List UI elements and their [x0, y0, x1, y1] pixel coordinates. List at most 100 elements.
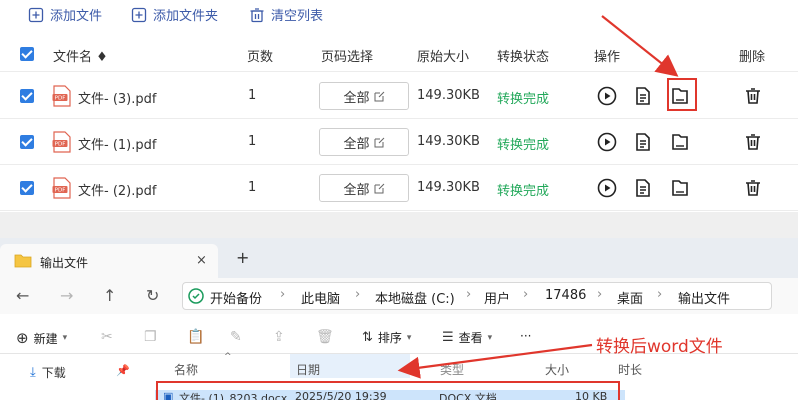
delete-icon[interactable]: 🗑	[316, 329, 334, 345]
breadcrumb-item[interactable]: 本地磁盘 (C:)	[375, 288, 455, 307]
download-icon: ⤓	[30, 365, 36, 380]
page-range-button[interactable]: 全部	[319, 128, 409, 156]
annotation-label: 转换后word文件	[596, 337, 723, 357]
file-name: 文件- (2).pdf	[78, 184, 157, 199]
up-icon[interactable]: ↑	[103, 286, 116, 305]
more-button[interactable]: ···	[520, 329, 531, 343]
col-filename[interactable]: 文件名 ♦	[53, 46, 108, 65]
breadcrumb-separator: ›	[355, 287, 361, 302]
sort-button[interactable]: ⇅ 排序 ▾	[362, 329, 411, 346]
screen: 添加文件 添加文件夹 清空列表 文件名 ♦ 页数 页码选择 原始大小 转换状态 …	[0, 0, 798, 400]
svg-text:PDF: PDF	[55, 142, 66, 148]
clear-list-button[interactable]: 清空列表	[249, 5, 323, 24]
converter-toolbar: 添加文件 添加文件夹 清空列表	[0, 0, 798, 30]
page-range-button[interactable]: 全部	[319, 174, 409, 202]
pin-icon[interactable]: 📌	[116, 364, 130, 377]
page-range-label: 全部	[343, 136, 370, 152]
open-folder-icon[interactable]	[670, 132, 690, 152]
sort-up-icon: ^	[224, 352, 232, 362]
sort-label: 排序	[377, 331, 402, 345]
pdf-icon: PDF	[52, 177, 71, 199]
file-list-header: 名称 ^ 日期 类型 大小 时长	[150, 352, 798, 378]
breadcrumb-separator: ›	[466, 287, 472, 302]
breadcrumb-item[interactable]: 用户	[484, 288, 510, 307]
edit-icon	[374, 137, 384, 147]
open-folder-icon[interactable]	[670, 178, 690, 198]
add-file-button[interactable]: 添加文件	[28, 5, 102, 24]
sort-icon: ⇅	[362, 330, 373, 345]
navigation-pane: ⤓ 下载 📌	[0, 354, 140, 400]
col-duration[interactable]: 时长	[618, 361, 642, 378]
view-button[interactable]: ☰ 查看 ▾	[442, 329, 492, 346]
folder-icon	[14, 254, 32, 268]
paste-icon[interactable]: 📋	[187, 329, 204, 345]
new-tab-button[interactable]: +	[236, 248, 249, 267]
col-actions: 操作	[594, 50, 621, 65]
breadcrumb: 开始备份 › 此电脑 › 本地磁盘 (C:) › 用户 › 17486 › 桌面…	[182, 282, 772, 310]
row-checkbox[interactable]	[20, 89, 34, 103]
breadcrumb-item[interactable]: 输出文件	[678, 288, 730, 307]
status-text: 转换完成	[497, 138, 550, 153]
back-icon[interactable]: ←	[16, 286, 29, 305]
col-delete: 删除	[739, 50, 766, 65]
file-explorer-window: 输出文件 × + ← → ↑ ↻ 开始备份 › 此电脑 › 本地磁盘 (C:) …	[0, 238, 798, 400]
page-range-label: 全部	[343, 182, 370, 198]
file-size: 149.30KB	[417, 134, 480, 149]
select-all-checkbox[interactable]	[20, 47, 34, 61]
col-name[interactable]: 名称	[174, 361, 198, 378]
file-name: 文件- (1).pdf	[78, 138, 157, 153]
document-icon[interactable]	[633, 86, 653, 106]
share-icon[interactable]: ⇪	[273, 329, 285, 345]
file-name: 文件- (3).pdf	[78, 92, 157, 107]
add-folder-button[interactable]: 添加文件夹	[131, 5, 218, 24]
breadcrumb-item[interactable]: 桌面	[617, 288, 643, 307]
row-checkbox[interactable]	[20, 181, 34, 195]
breadcrumb-item[interactable]: 开始备份	[210, 288, 262, 307]
breadcrumb-separator: ›	[597, 287, 603, 302]
cut-icon[interactable]: ✂	[101, 329, 113, 345]
col-status: 转换状态	[497, 50, 550, 65]
explorer-nav-bar: ← → ↑ ↻ 开始备份 › 此电脑 › 本地磁盘 (C:) › 用户 › 17…	[0, 278, 798, 314]
col-orig-size: 原始大小	[417, 50, 470, 65]
forward-icon[interactable]: →	[60, 286, 73, 305]
table-row: PDF 文件- (2).pdf 1 全部 149.30KB 转换完成	[0, 165, 798, 211]
pdf-icon: PDF	[52, 85, 71, 107]
document-icon[interactable]	[633, 178, 653, 198]
backup-icon	[188, 288, 204, 304]
play-icon[interactable]	[597, 86, 617, 106]
breadcrumb-item[interactable]: 17486	[545, 288, 586, 303]
row-checkbox[interactable]	[20, 135, 34, 149]
clear-list-icon	[250, 7, 264, 22]
play-icon[interactable]	[597, 178, 617, 198]
document-icon[interactable]	[633, 132, 653, 152]
trash-icon[interactable]	[743, 132, 763, 152]
copy-icon[interactable]: ❐	[144, 329, 157, 345]
col-date[interactable]: 日期	[296, 361, 320, 378]
page-range-button[interactable]: 全部	[319, 82, 409, 110]
refresh-icon[interactable]: ↻	[146, 286, 159, 305]
tab-output-folder[interactable]: 输出文件 ×	[0, 244, 218, 278]
breadcrumb-separator: ›	[657, 287, 663, 302]
status-text: 转换完成	[497, 184, 550, 199]
nav-item-downloads[interactable]: ⤓ 下载	[30, 364, 66, 381]
trash-icon[interactable]	[743, 86, 763, 106]
edit-icon	[374, 91, 384, 101]
new-button[interactable]: ⊕ 新建 ▾	[16, 329, 67, 347]
view-label: 查看	[458, 331, 483, 345]
play-icon[interactable]	[597, 132, 617, 152]
new-icon: ⊕	[16, 329, 29, 347]
add-file-icon	[28, 7, 44, 22]
col-size[interactable]: 大小	[545, 361, 569, 378]
rename-icon[interactable]: ✎	[230, 329, 242, 345]
page-count: 1	[248, 134, 257, 149]
page-count: 1	[248, 180, 257, 195]
trash-icon[interactable]	[743, 178, 763, 198]
col-page-select: 页码选择	[321, 50, 374, 65]
chevron-down-icon: ▾	[62, 333, 68, 343]
tab-close-icon[interactable]: ×	[196, 253, 207, 268]
edit-icon	[374, 183, 384, 193]
add-folder-icon	[131, 7, 147, 22]
add-file-label: 添加文件	[50, 9, 103, 24]
col-type[interactable]: 类型	[440, 361, 464, 378]
breadcrumb-item[interactable]: 此电脑	[301, 288, 340, 307]
